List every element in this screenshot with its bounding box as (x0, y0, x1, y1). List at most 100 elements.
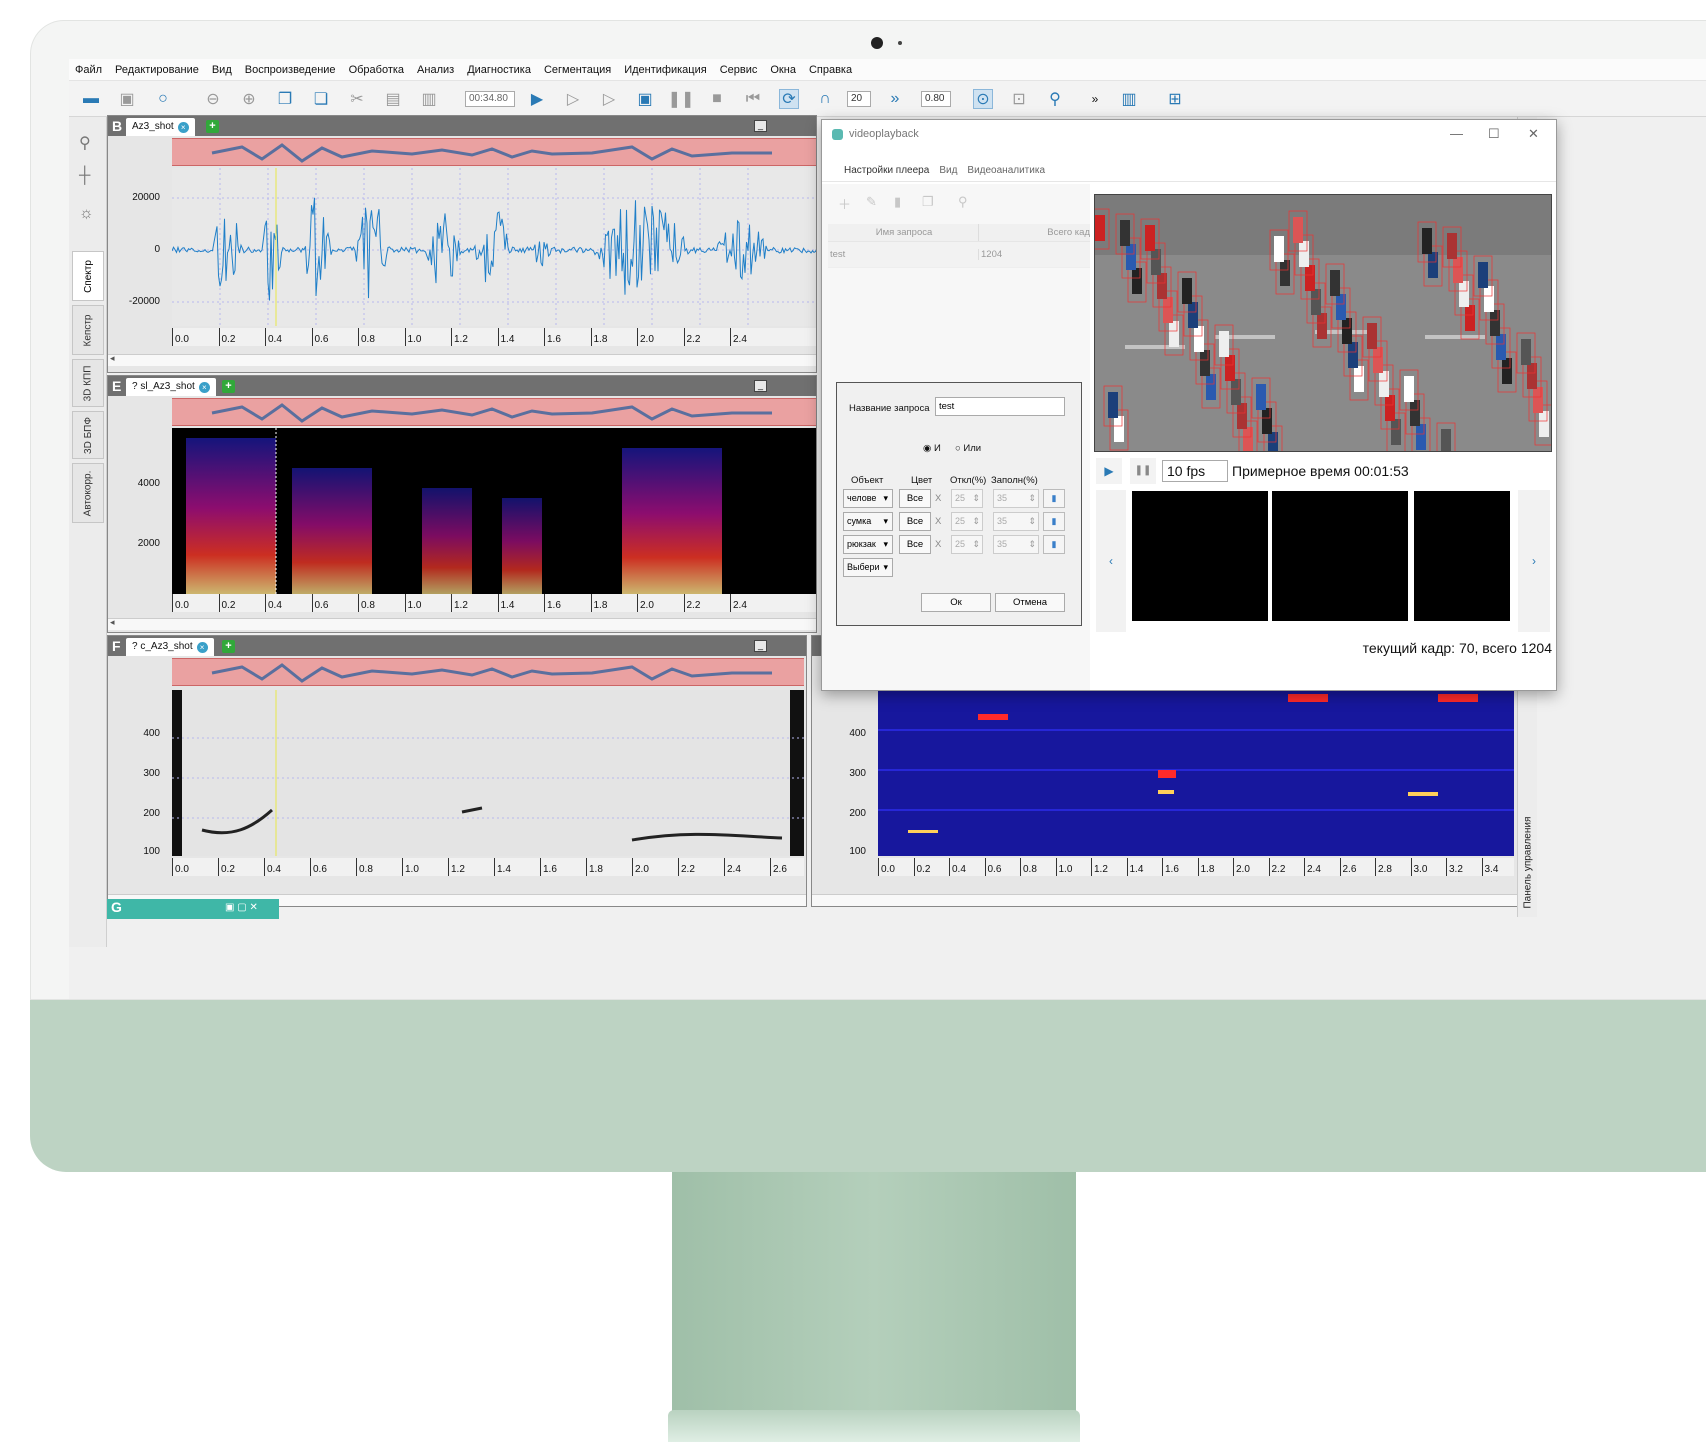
clear-color-icon[interactable]: X (935, 493, 941, 504)
cut-icon[interactable]: ✂ (347, 89, 367, 109)
forward-icon[interactable]: ⊕ (239, 89, 259, 109)
tab-spectrum[interactable]: Спектр (72, 251, 104, 301)
record-icon[interactable]: ○ (153, 89, 173, 109)
play-from-icon[interactable]: ▷ (599, 89, 619, 109)
stop-icon[interactable]: ■ (707, 89, 727, 109)
thumbnail[interactable] (1414, 491, 1510, 621)
docked-window-bar[interactable]: G ▣ ▢ ✕ (107, 899, 279, 919)
color-button[interactable]: Все (899, 535, 931, 554)
horizontal-scrollbar[interactable]: ◂ (108, 618, 817, 630)
play-icon[interactable]: ▶ (1096, 458, 1122, 484)
horizontal-scrollbar[interactable]: ◂ (108, 354, 817, 366)
minimize-icon[interactable]: — (1450, 126, 1463, 141)
color-button[interactable]: Все (899, 512, 931, 531)
save-icon[interactable]: ▣ (117, 89, 137, 109)
back-icon[interactable]: ⊖ (203, 89, 223, 109)
overview-bar[interactable] (172, 658, 804, 686)
and-radio[interactable]: ◉ И (923, 443, 941, 454)
add-tab-icon[interactable]: + (222, 380, 235, 393)
zoom-in-icon[interactable]: ⚲ (1045, 89, 1065, 109)
menu-video-analytics[interactable]: Видеоаналитика (967, 165, 1045, 176)
menu-playback[interactable]: Воспроизведение (245, 64, 336, 76)
thumbnail[interactable] (1132, 491, 1268, 621)
tab-3d-fft[interactable]: 3D БПФ (72, 411, 104, 459)
skip-back-icon[interactable]: ⏮ (743, 89, 763, 109)
minimize-pane-icon[interactable]: _ (754, 120, 767, 132)
or-radio[interactable]: ○ Или (955, 443, 981, 454)
menu-view[interactable]: Вид (212, 64, 232, 76)
menu-edit[interactable]: Редактирование (115, 64, 199, 76)
trash-icon[interactable]: ▮ (894, 194, 901, 210)
pane-tab[interactable]: ? sl_Az3_shot × (126, 378, 216, 396)
menu-processing[interactable]: Обработка (349, 64, 404, 76)
delete-row-icon[interactable]: ▮ (1043, 535, 1065, 554)
cancel-button[interactable]: Отмена (995, 593, 1065, 612)
tab-cepstrum[interactable]: Кепстр (72, 305, 104, 355)
add-icon[interactable]: ＋ (838, 194, 851, 213)
video-frame[interactable] (1094, 194, 1552, 452)
add-tab-icon[interactable]: + (222, 640, 235, 653)
close-icon[interactable]: ✕ (1528, 126, 1539, 142)
menu-segmentation[interactable]: Сегментация (544, 64, 611, 76)
control-panel-label[interactable]: Панель управления (1523, 817, 1534, 909)
cepstrum-plot[interactable] (172, 690, 804, 856)
menu-analysis[interactable]: Анализ (417, 64, 454, 76)
object-select[interactable]: рюкзак (843, 535, 893, 554)
duplicate-icon[interactable]: ❐ (922, 194, 934, 210)
pane-tab[interactable]: Az3_shot × (126, 118, 195, 136)
layout-icon[interactable]: ⊞ (1165, 89, 1185, 109)
play-icon[interactable]: ▶ (527, 89, 547, 109)
overview-bar[interactable] (172, 138, 817, 166)
menu-file[interactable]: Файл (75, 64, 102, 76)
tab-autocorr[interactable]: Автокорр. (72, 463, 104, 523)
minimize-pane-icon[interactable]: _ (754, 380, 767, 392)
delete-icon[interactable]: ▥ (419, 89, 439, 109)
ok-button[interactable]: Ок (921, 593, 991, 612)
spectrogram-plot[interactable] (172, 428, 817, 594)
repeat-icon[interactable]: ⟳ (779, 89, 799, 109)
pane-tab[interactable]: ? c_Az3_shot × (126, 638, 214, 656)
menu-windows[interactable]: Окна (770, 64, 796, 76)
zoom-fit-icon[interactable]: ⊙ (973, 89, 993, 109)
menu-diagnostics[interactable]: Диагностика (467, 64, 531, 76)
add-tab-icon[interactable]: + (206, 120, 219, 133)
fill-spinbox[interactable]: 35 (993, 535, 1039, 554)
clipboard-icon[interactable]: ▤ (383, 89, 403, 109)
window-controls-icon[interactable]: ▣ ▢ ✕ (225, 902, 258, 913)
close-tab-icon[interactable]: × (178, 122, 189, 133)
fps-spinbox[interactable]: 10 fps (1162, 460, 1228, 482)
menu-view[interactable]: Вид (939, 165, 957, 176)
headphones-icon[interactable]: ∩ (815, 89, 835, 109)
close-tab-icon[interactable]: × (197, 642, 208, 653)
time-field[interactable]: 00:34.80 (465, 91, 515, 107)
pause-icon[interactable]: ❚❚ (671, 89, 691, 109)
brightness-icon[interactable]: ☼ (79, 205, 94, 223)
fill-spinbox[interactable]: 35 (993, 489, 1039, 508)
crosshair-icon[interactable]: ┼ (79, 167, 90, 185)
paste-icon[interactable]: ❏ (311, 89, 331, 109)
fill-spinbox[interactable]: 35 (993, 512, 1039, 531)
pause-icon[interactable]: ❚❚ (1130, 458, 1156, 484)
search-icon[interactable]: ⚲ (958, 194, 968, 210)
copy-icon[interactable]: ❐ (275, 89, 295, 109)
thumbnail[interactable] (1272, 491, 1408, 621)
edit-icon[interactable]: ✎ (866, 194, 877, 210)
clear-color-icon[interactable]: X (935, 516, 941, 527)
menu-player-settings[interactable]: Настройки плеера (844, 165, 929, 176)
play-selection-icon[interactable]: ▷ (563, 89, 583, 109)
menu-identification[interactable]: Идентификация (624, 64, 706, 76)
search-icon[interactable]: ⚲ (79, 133, 91, 153)
object-select[interactable]: челове (843, 489, 893, 508)
overview-bar[interactable] (172, 398, 817, 426)
maximize-icon[interactable]: ☐ (1488, 126, 1500, 142)
rate-field[interactable]: 0.80 (921, 91, 951, 107)
menu-service[interactable]: Сервис (720, 64, 758, 76)
deviation-spinbox[interactable]: 25 (951, 489, 983, 508)
play-loop-icon[interactable]: ▣ (635, 89, 655, 109)
delete-row-icon[interactable]: ▮ (1043, 489, 1065, 508)
table-row[interactable]: test 1204 (828, 242, 1090, 268)
spectrogram-plot[interactable] (878, 690, 1514, 856)
query-name-input[interactable]: test (935, 397, 1065, 416)
deviation-spinbox[interactable]: 25 (951, 535, 983, 554)
waveform-plot[interactable] (172, 168, 817, 326)
